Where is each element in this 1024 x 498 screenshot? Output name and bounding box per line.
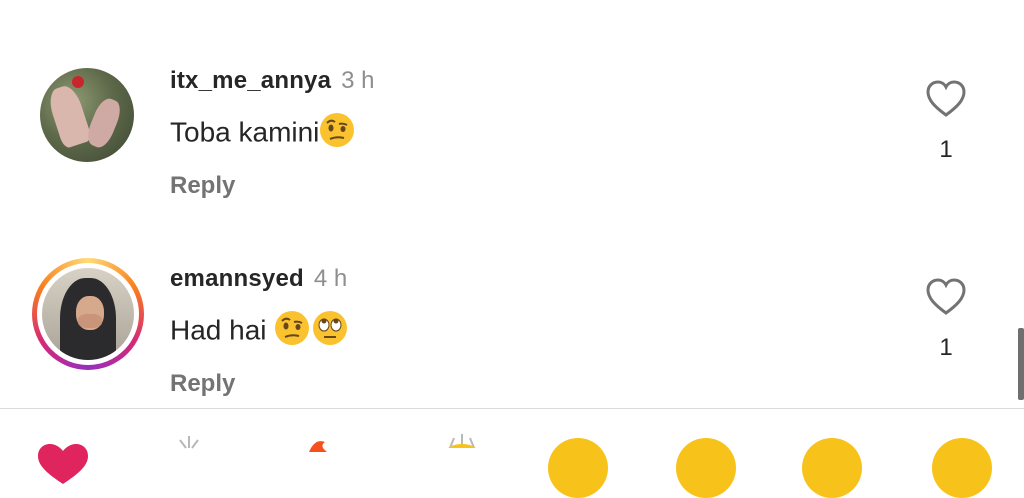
comment-time: 4 h — [313, 265, 348, 292]
clap-reaction-icon[interactable] — [440, 434, 484, 448]
avatar-story-ring[interactable] — [32, 258, 144, 370]
heart-outline-icon[interactable] — [925, 80, 967, 118]
heart-reaction-icon[interactable] — [36, 444, 90, 484]
scrollbar[interactable] — [1018, 328, 1024, 400]
comment-username[interactable]: emannsyed — [170, 265, 304, 292]
quick-reaction-bar — [0, 430, 1024, 498]
heart-outline-icon[interactable] — [925, 278, 967, 316]
comment-username[interactable]: itx_me_annya — [170, 67, 331, 94]
like-count: 1 — [939, 136, 953, 163]
crying-reaction-icon[interactable] — [548, 438, 608, 498]
divider — [0, 408, 1024, 409]
comment-text: Toba kamini — [170, 116, 320, 148]
avatar-image — [42, 268, 134, 360]
laughing-reaction-icon[interactable] — [932, 438, 992, 498]
raised-eyebrow-emoji-icon — [274, 310, 310, 354]
avatar-image — [40, 68, 134, 162]
avatar[interactable] — [40, 68, 136, 164]
raised-eyebrow-emoji-icon — [319, 112, 355, 156]
comment-item: emannsyed 4 h Had hai Reply 1 — [0, 258, 1024, 448]
reply-button[interactable]: Reply — [170, 172, 375, 200]
heart-eyes-reaction-icon[interactable] — [676, 438, 736, 498]
comment-item: itx_me_annya 3 h Toba kamini Reply 1 — [0, 60, 1024, 250]
eye-roll-emoji-icon — [312, 310, 348, 354]
reply-button[interactable]: Reply — [170, 370, 348, 398]
like-count: 1 — [939, 334, 953, 361]
fire-reaction-icon[interactable] — [305, 438, 331, 452]
open-mouth-reaction-icon[interactable] — [802, 438, 862, 498]
comment-text: Had hai — [170, 314, 275, 346]
comment-time: 3 h — [341, 67, 375, 94]
